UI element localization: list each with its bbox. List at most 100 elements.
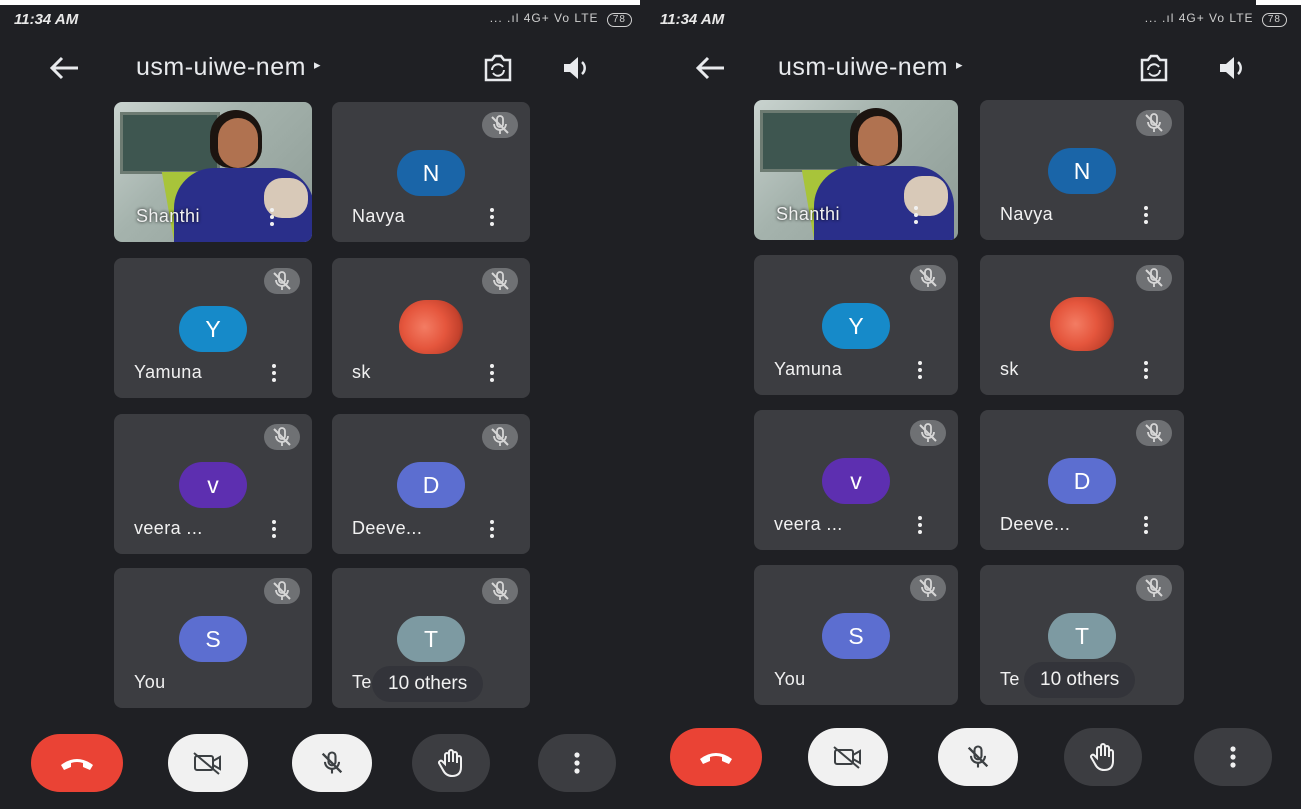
others-pill[interactable]: 10 others	[1024, 662, 1136, 698]
mic-off-icon	[264, 268, 300, 294]
more-vert-icon[interactable]	[268, 518, 280, 540]
avatar	[1050, 297, 1114, 351]
participant-name: Yamuna	[774, 359, 843, 379]
mic-off-icon	[967, 745, 989, 769]
participant-tile[interactable]: Y Yamuna	[114, 258, 312, 398]
participant-name: sk	[352, 362, 371, 382]
participant-name: sk	[1000, 359, 1019, 379]
hand-icon	[1090, 743, 1114, 772]
meeting-title[interactable]: usm-uiwe-nem ▸	[136, 53, 321, 82]
mic-off-icon	[482, 268, 518, 294]
participant-tile[interactable]: v veera ...	[114, 414, 312, 554]
mic-toggle-button[interactable]	[938, 728, 1018, 786]
speaker-icon[interactable]	[556, 50, 596, 86]
participant-tile[interactable]: sk	[332, 258, 530, 398]
avatar: v	[822, 458, 890, 504]
more-vert-icon[interactable]	[486, 206, 498, 228]
mic-off-icon	[264, 424, 300, 450]
more-vert-icon[interactable]	[1140, 514, 1152, 536]
more-options-button[interactable]	[538, 734, 616, 792]
battery-indicator: 78	[606, 13, 632, 27]
more-options-button[interactable]	[1194, 728, 1272, 786]
participant-tile[interactable]: Y Yamuna	[754, 255, 958, 395]
participant-tile[interactable]: v veera ...	[754, 410, 958, 550]
participant-name: veera ...	[134, 518, 203, 538]
caret-right-icon: ▸	[955, 57, 963, 73]
avatar: D	[1048, 458, 1116, 504]
avatar: v	[179, 462, 247, 508]
more-vert-icon[interactable]	[486, 362, 498, 384]
status-icons: ... .ıl 4G+ Vo LTE 78	[1145, 11, 1287, 27]
mic-off-icon	[1136, 110, 1172, 136]
participant-name: Navya	[1000, 204, 1054, 224]
more-vert-icon[interactable]	[1140, 204, 1152, 226]
mic-off-icon	[1136, 420, 1172, 446]
speaker-icon[interactable]	[1212, 50, 1252, 86]
participant-name: Te	[352, 672, 372, 692]
participant-name: Deeve...	[352, 518, 423, 538]
participant-name: You	[774, 669, 806, 689]
participant-tile-self[interactable]: S You	[754, 565, 958, 705]
avatar: S	[179, 616, 247, 662]
participant-tile[interactable]: D Deeve...	[980, 410, 1184, 550]
mic-off-icon	[910, 420, 946, 446]
more-vert-icon[interactable]	[486, 518, 498, 540]
signal-text: ... .ıl 4G+ Vo LTE	[489, 11, 599, 25]
mic-off-icon	[482, 578, 518, 604]
battery-indicator: 78	[1261, 13, 1287, 27]
status-bar: 11:34 AM ... .ıl 4G+ Vo LTE 78	[0, 0, 646, 36]
avatar	[399, 300, 463, 354]
more-vert-icon[interactable]	[266, 206, 278, 228]
status-icons: ... .ıl 4G+ Vo LTE 78	[490, 11, 632, 27]
end-call-button[interactable]	[670, 728, 762, 786]
more-vert-icon[interactable]	[910, 204, 922, 226]
more-vert-icon[interactable]	[1140, 359, 1152, 381]
switch-camera-icon[interactable]	[1134, 50, 1174, 86]
participant-name: Navya	[352, 206, 406, 226]
raise-hand-button[interactable]	[1064, 728, 1142, 786]
more-vert-icon[interactable]	[914, 514, 926, 536]
avatar: S	[822, 613, 890, 659]
more-vert-icon	[1230, 746, 1236, 768]
raise-hand-button[interactable]	[412, 734, 490, 792]
mic-off-icon	[482, 424, 518, 450]
participant-name: Deeve...	[1000, 514, 1071, 534]
more-vert-icon[interactable]	[268, 362, 280, 384]
status-time: 11:34 AM	[14, 11, 79, 28]
participant-tile-video[interactable]: Shanthi	[754, 100, 958, 240]
camera-off-icon	[833, 746, 861, 769]
camera-toggle-button[interactable]	[168, 734, 248, 792]
back-arrow-icon[interactable]	[692, 54, 728, 82]
more-vert-icon	[574, 752, 580, 774]
avatar: Y	[179, 306, 247, 352]
participant-name: You	[134, 672, 166, 692]
participant-name: Shanthi	[776, 204, 840, 224]
status-time: 11:34 AM	[660, 11, 725, 28]
avatar: N	[1048, 148, 1116, 194]
meeting-code: usm-uiwe-nem	[136, 53, 306, 81]
end-call-button[interactable]	[31, 734, 123, 792]
switch-camera-icon[interactable]	[478, 50, 518, 86]
app-bar: usm-uiwe-nem ▸	[0, 46, 646, 90]
others-pill[interactable]: 10 others	[372, 666, 484, 702]
mic-off-icon	[910, 265, 946, 291]
participant-tile[interactable]: N Navya	[332, 102, 530, 242]
back-arrow-icon[interactable]	[46, 54, 82, 82]
participant-tile[interactable]: D Deeve...	[332, 414, 530, 554]
end-call-icon	[61, 759, 93, 770]
avatar: D	[397, 462, 465, 508]
mic-off-icon	[1136, 575, 1172, 601]
more-vert-icon[interactable]	[914, 359, 926, 381]
participant-name: Te	[1000, 669, 1020, 689]
participant-tile-video[interactable]: Shanthi	[114, 102, 312, 242]
meeting-title[interactable]: usm-uiwe-nem ▸	[778, 53, 963, 82]
mic-toggle-button[interactable]	[292, 734, 372, 792]
participant-tile[interactable]: sk	[980, 255, 1184, 395]
avatar: Y	[822, 303, 890, 349]
camera-off-icon	[193, 752, 221, 775]
status-bar: 11:34 AM ... .ıl 4G+ Vo LTE 78	[646, 0, 1301, 36]
camera-toggle-button[interactable]	[808, 728, 888, 786]
participant-tile-self[interactable]: S You	[114, 568, 312, 708]
participant-tile[interactable]: N Navya	[980, 100, 1184, 240]
avatar: T	[1048, 613, 1116, 659]
